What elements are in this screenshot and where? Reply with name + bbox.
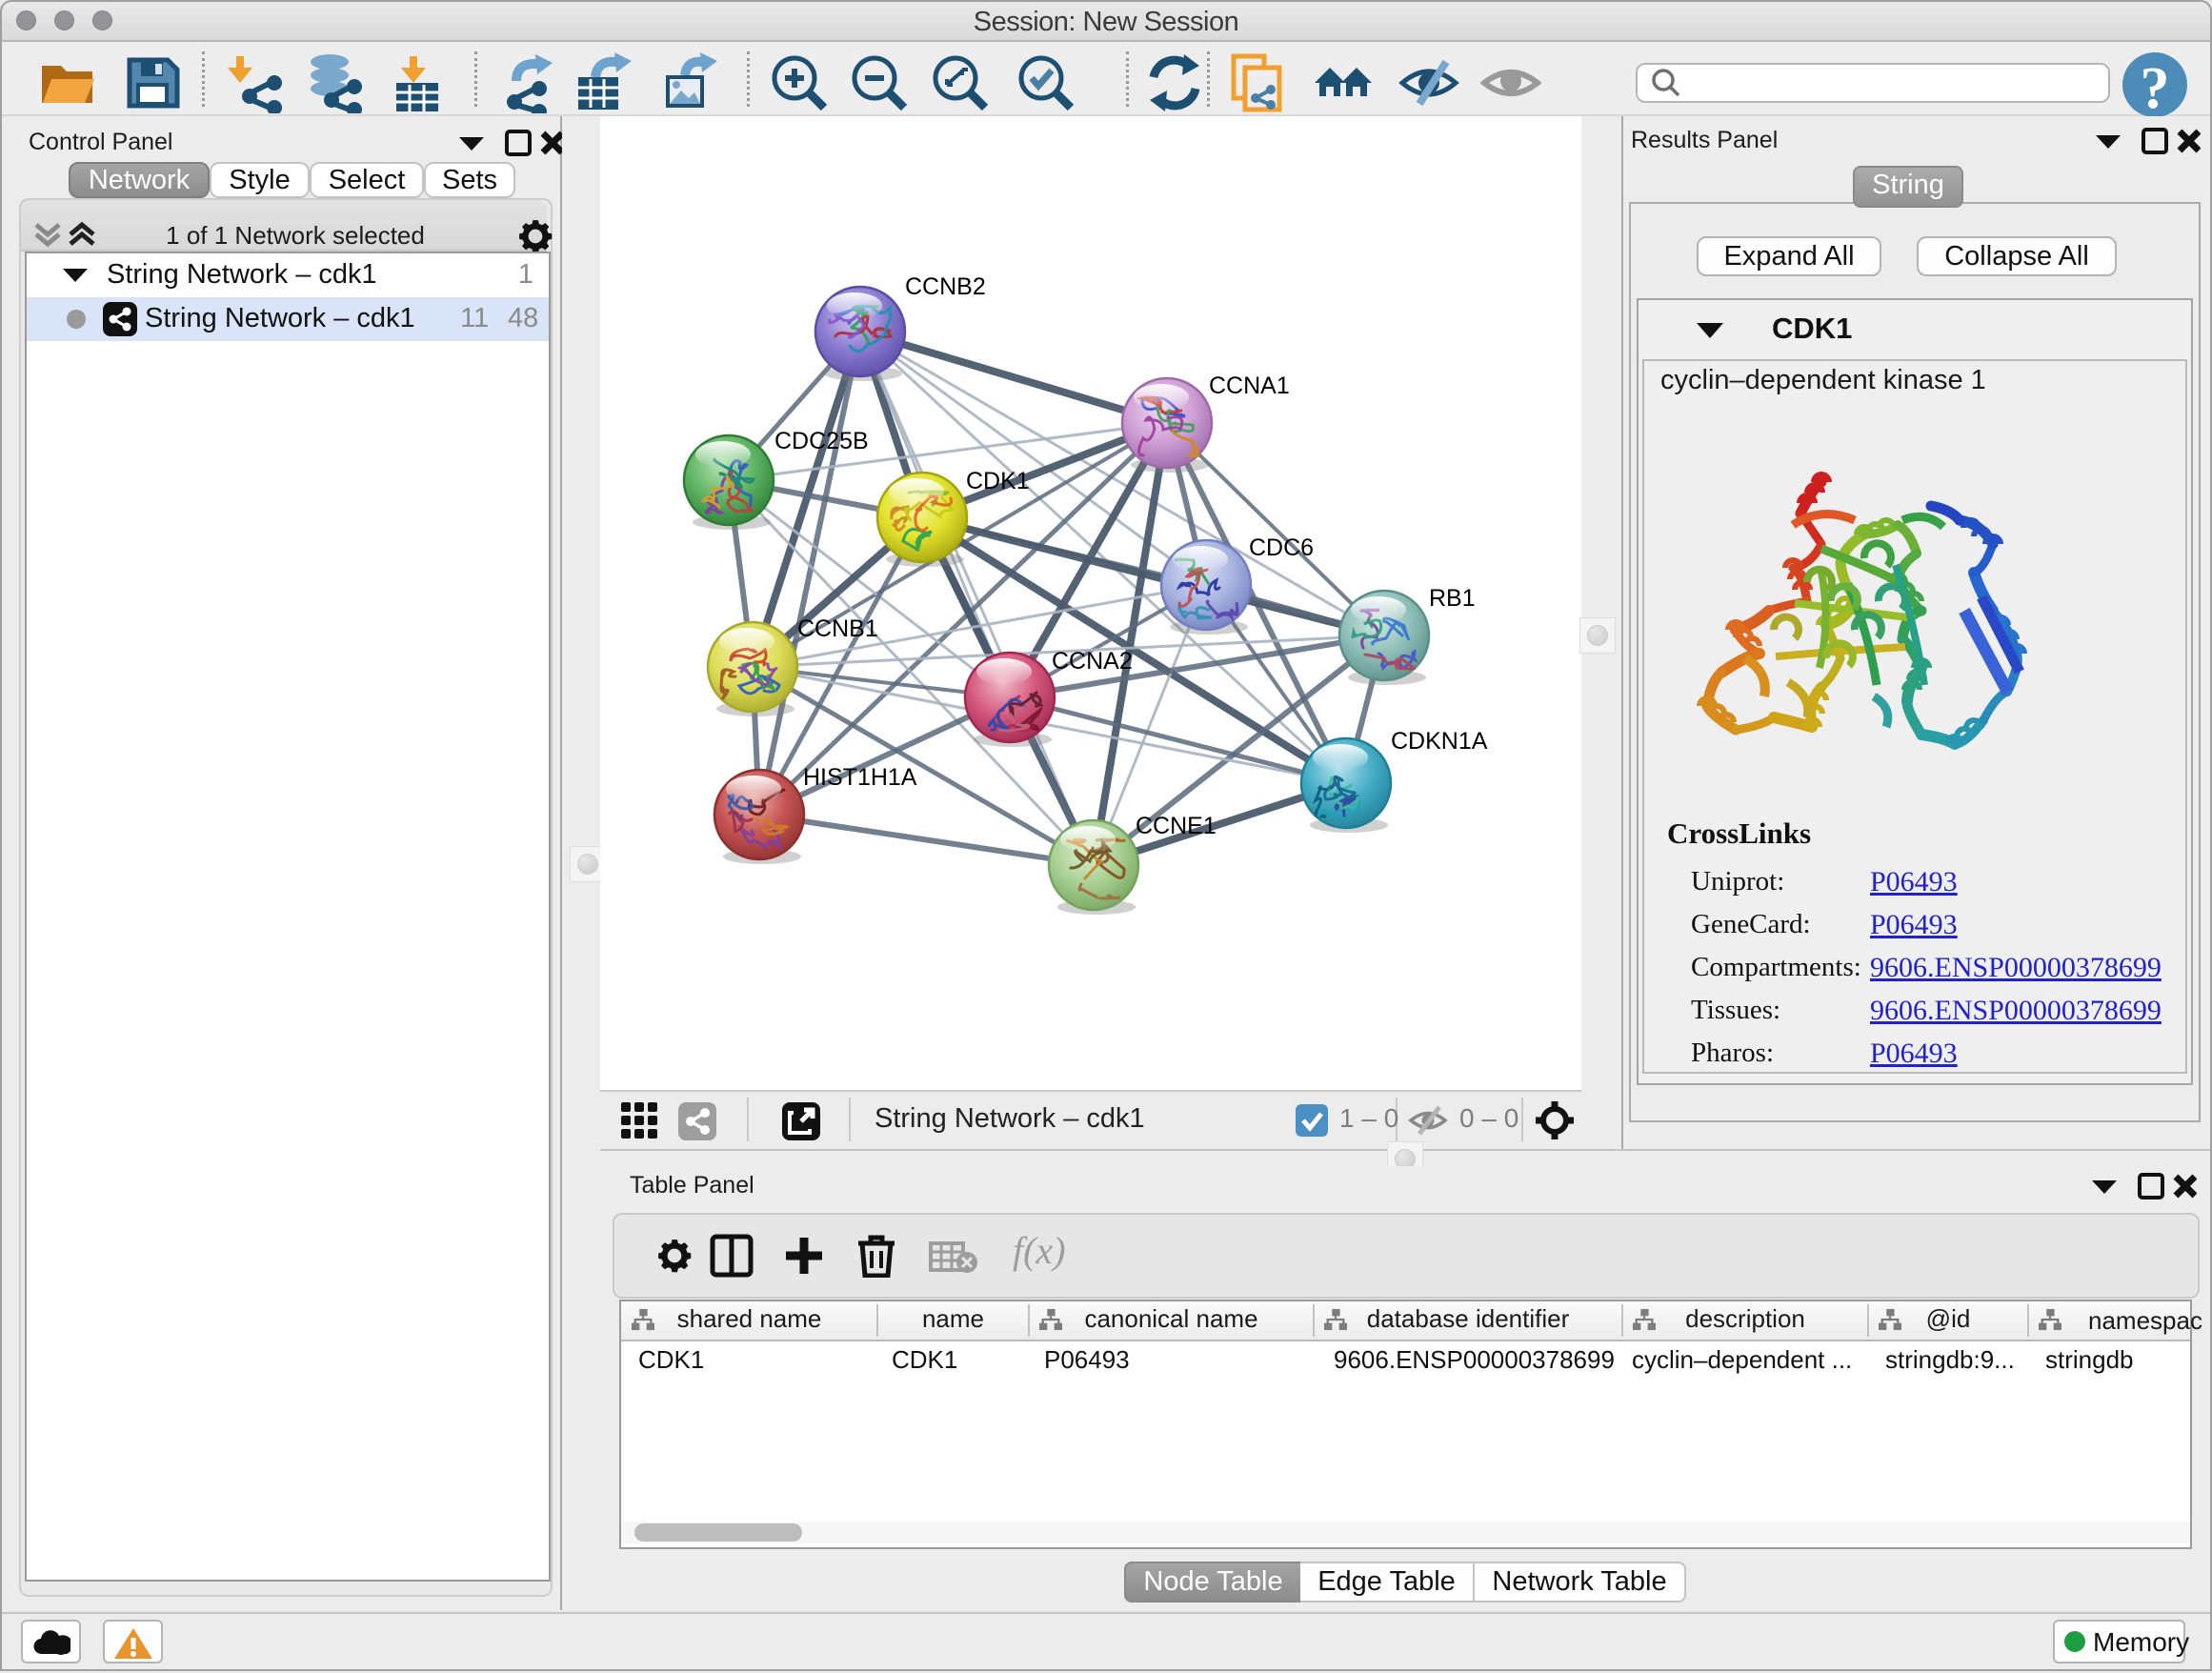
svg-text:CCNA2: CCNA2 <box>1052 648 1133 675</box>
svg-text:CDC6: CDC6 <box>1249 534 1314 561</box>
svg-text:CDK1: CDK1 <box>966 468 1030 494</box>
svg-text:CCNA1: CCNA1 <box>1209 373 1290 399</box>
svg-text:CDKN1A: CDKN1A <box>1391 728 1488 755</box>
svg-text:CCNB2: CCNB2 <box>905 273 986 300</box>
svg-text:CCNE1: CCNE1 <box>1136 813 1217 839</box>
svg-text:?: ? <box>2141 56 2170 119</box>
svg-text:CDC25B: CDC25B <box>774 428 869 454</box>
svg-text:RB1: RB1 <box>1429 585 1476 612</box>
svg-text:HIST1H1A: HIST1H1A <box>803 764 917 791</box>
svg-text:CCNB1: CCNB1 <box>797 615 878 642</box>
